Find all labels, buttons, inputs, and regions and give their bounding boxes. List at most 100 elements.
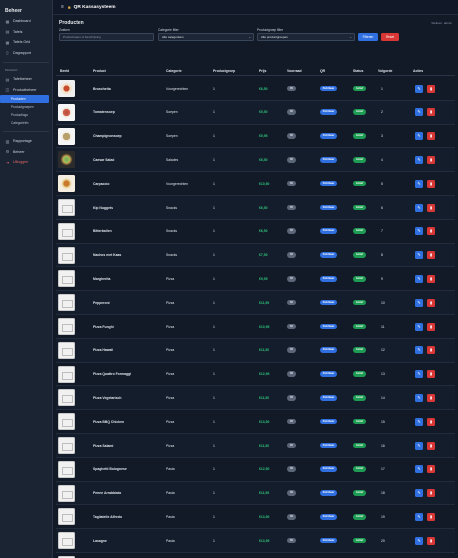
main-content: Producten Welkom, admin Zoeken Productna… <box>53 15 458 558</box>
sidebar-item-uitloggen[interactable]: ⇥ Uitloggen <box>0 157 52 168</box>
delete-button[interactable]: ▮ <box>427 155 435 164</box>
edit-button[interactable]: ✎ <box>415 179 423 188</box>
delete-button[interactable]: ▮ <box>427 298 435 307</box>
edit-button[interactable]: ✎ <box>415 203 423 212</box>
product-order: 5 <box>381 181 383 186</box>
delete-button[interactable]: ▮ <box>427 108 435 117</box>
group-select-value: Alle productgroepen <box>261 35 288 39</box>
edit-button[interactable]: ✎ <box>415 417 423 426</box>
app-title: QR Kassasysteem <box>73 4 116 10</box>
trash-icon: ▮ <box>429 109 433 115</box>
edit-button[interactable]: ✎ <box>415 84 423 93</box>
edit-button[interactable]: ✎ <box>415 251 423 260</box>
stock-badge: 00 <box>287 180 296 187</box>
edit-button[interactable]: ✎ <box>415 227 423 236</box>
category-filter-label: Categorie filter <box>158 28 179 32</box>
document-icon: ▯ <box>6 50 9 56</box>
delete-button[interactable]: ▮ <box>427 512 435 521</box>
table-icon: ▤ <box>5 76 10 82</box>
edit-button[interactable]: ✎ <box>415 274 423 283</box>
menu-icon[interactable]: ≡ <box>61 4 64 10</box>
delete-button[interactable]: ▮ <box>427 441 435 450</box>
product-category: Salades <box>166 157 179 162</box>
edit-button[interactable]: ✎ <box>415 346 423 355</box>
delete-button[interactable]: ▮ <box>427 393 435 402</box>
pencil-icon: ✎ <box>417 299 421 305</box>
pencil-icon: ✎ <box>417 418 421 424</box>
product-name: Pizza Quattro Formaggi <box>93 372 132 377</box>
product-group: 1 <box>213 348 215 353</box>
product-name: Margherita <box>93 276 111 281</box>
table-row: Lasagne Pasta 1 €13,95 00 Zichtbaar Actief 20 ✎ ▮ <box>56 529 455 553</box>
sidebar-subitem-categorieen[interactable]: Categorieën <box>0 119 52 127</box>
delete-button[interactable]: ▮ <box>427 179 435 188</box>
sidebar-item-label: Rapportage <box>13 139 32 144</box>
qr-badge: Zichtbaar <box>320 299 337 306</box>
edit-button[interactable]: ✎ <box>415 536 423 545</box>
sidebar-subitem-producten[interactable]: Producten <box>0 95 49 103</box>
filter-bar: Zoeken Productnaam of beschrijving Categ… <box>59 28 452 48</box>
product-name: Tagliatelle Alfredo <box>93 514 123 519</box>
reset-button[interactable]: Reset <box>381 33 399 41</box>
group-select[interactable]: Alle productgroepen ⌄ <box>257 33 355 41</box>
search-input[interactable]: Productnaam of beschrijving <box>59 33 154 41</box>
delete-button[interactable]: ▮ <box>427 465 435 474</box>
table-row: Bitterballen Snacks 1 €6,50 00 Zichtbaar Actie… <box>56 220 455 244</box>
edit-button[interactable]: ✎ <box>415 322 423 331</box>
edit-button[interactable]: ✎ <box>415 370 423 379</box>
product-price: €12,50 <box>259 467 270 472</box>
sidebar-item-dashboard[interactable]: ▦ Dashboard <box>0 16 52 27</box>
trash-icon: ▮ <box>429 275 433 281</box>
delete-button[interactable]: ▮ <box>427 536 435 545</box>
edit-button[interactable]: ✎ <box>415 298 423 307</box>
filter-button[interactable]: Filteren <box>358 33 378 41</box>
delete-button[interactable]: ▮ <box>427 84 435 93</box>
qr-badge: Zichtbaar <box>320 347 337 354</box>
sidebar-item-tafelbeheer[interactable]: ▤ Tafelbeheer <box>0 74 52 85</box>
edit-button[interactable]: ✎ <box>415 489 423 498</box>
qr-badge: Zichtbaar <box>320 371 337 377</box>
sidebar-item-rapportage[interactable]: ▥ Rapportage <box>0 136 52 147</box>
stock-badge: 00 <box>287 466 296 473</box>
sidebar-subitem-productlogo[interactable]: Productlogo <box>0 111 52 119</box>
edit-button[interactable]: ✎ <box>415 132 423 141</box>
edit-button[interactable]: ✎ <box>415 108 423 117</box>
edit-button[interactable]: ✎ <box>415 393 423 402</box>
product-order: 2 <box>381 110 383 115</box>
sidebar-item-beheer[interactable]: ⚙ Beheer <box>0 147 52 158</box>
delete-button[interactable]: ▮ <box>427 132 435 141</box>
sidebar-item-productbeheer[interactable]: ◫ Productbeheer <box>0 85 52 96</box>
product-image <box>58 341 75 359</box>
delete-button[interactable]: ▮ <box>427 322 435 331</box>
product-name: Spaghetti Bolognese <box>93 467 127 472</box>
sidebar-item-tafels[interactable]: ▤ Tafels <box>0 27 52 38</box>
product-order: 20 <box>381 538 385 543</box>
edit-button[interactable]: ✎ <box>415 512 423 521</box>
product-price: €13,50 <box>259 419 270 424</box>
edit-button[interactable]: ✎ <box>415 441 423 450</box>
category-select[interactable]: Alle categorieën ⌄ <box>158 33 254 41</box>
logout-icon: ⇥ <box>5 159 10 165</box>
sidebar-subitem-productgroepen[interactable]: Productgroepen <box>0 103 52 111</box>
sidebar-item-dagrapport[interactable]: ▯ Dagrapport <box>0 48 52 59</box>
product-category: Pizza <box>166 419 175 424</box>
delete-button[interactable]: ▮ <box>427 227 435 236</box>
product-group: 1 <box>213 86 215 91</box>
delete-button[interactable]: ▮ <box>427 417 435 426</box>
product-price: €5,95 <box>259 134 268 139</box>
edit-button[interactable]: ✎ <box>415 465 423 474</box>
delete-button[interactable]: ▮ <box>427 346 435 355</box>
delete-button[interactable]: ▮ <box>427 274 435 283</box>
product-price: €7,50 <box>259 253 268 258</box>
table-row: Nachos met Kaas Snacks 1 €7,50 00 Zichtbaar Ac… <box>56 243 455 268</box>
product-group: 1 <box>213 300 215 305</box>
sidebar-item-tafels-grid[interactable]: ▦ Tafels Grid <box>0 37 52 48</box>
delete-button[interactable]: ▮ <box>427 251 435 260</box>
edit-button[interactable]: ✎ <box>415 155 423 164</box>
delete-button[interactable]: ▮ <box>427 203 435 212</box>
table-row: Kip Nuggets Snacks 1 €6,50 00 Zichtbaar Actief… <box>56 196 455 220</box>
delete-button[interactable]: ▮ <box>427 489 435 498</box>
search-label: Zoeken <box>59 28 70 32</box>
table-row: Caesar Salad Salades 1 €8,50 00 Zichtbaar Acti… <box>56 148 455 173</box>
delete-button[interactable]: ▮ <box>427 370 435 379</box>
